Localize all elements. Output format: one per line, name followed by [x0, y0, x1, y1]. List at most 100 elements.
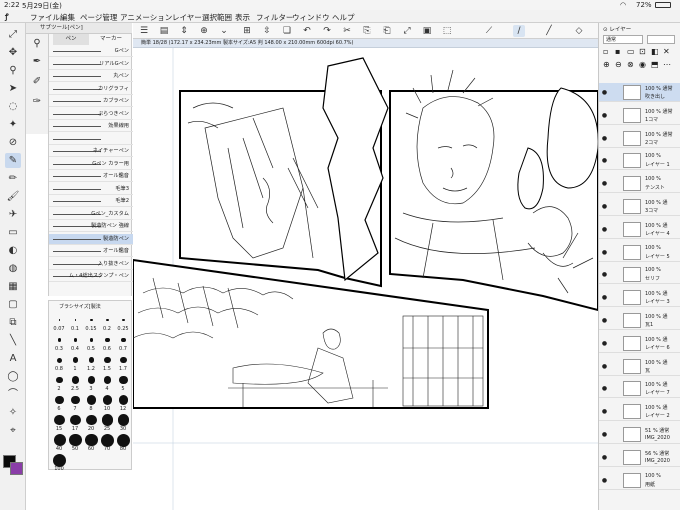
eye-icon[interactable]: ● [601, 454, 608, 461]
brush-icon[interactable]: ╱ [543, 25, 555, 37]
brush-size-cell[interactable]: 25 [100, 413, 115, 432]
brush-size-cell[interactable]: 7 [68, 393, 83, 412]
layer-row[interactable]: ● 100 % 通 3コマ [599, 197, 680, 216]
brush-item[interactable]: 効果線用 [49, 121, 133, 132]
brush-size-cell[interactable]: 50 [68, 433, 83, 452]
brush-item[interactable]: カリグラフィ [49, 84, 133, 95]
menu-view[interactable]: 表示 [235, 12, 250, 23]
marker-group-icon[interactable]: ✐ [29, 74, 45, 89]
brush-size-cell[interactable]: 60 [84, 433, 99, 452]
brush-size-cell[interactable]: 0.7 [116, 333, 131, 352]
hamburger-icon[interactable]: ☰ [138, 25, 150, 37]
brush-size-cell[interactable]: 0.07 [52, 313, 67, 332]
brush-size-cell[interactable]: 70 [100, 433, 115, 452]
eyedropper-icon[interactable]: ⊘ [5, 135, 21, 150]
brush-size-cell[interactable]: 8 [84, 393, 99, 412]
fill-tool-icon[interactable]: ◍ [5, 261, 21, 276]
brush-size-cell[interactable]: 1.5 [100, 353, 115, 372]
zoom-icon[interactable]: ⊕ [198, 25, 210, 37]
lock-icon[interactable]: ⊡ [639, 47, 646, 56]
balloon-icon[interactable]: ◯ [5, 369, 21, 384]
mask-icon[interactable]: ◧ [651, 47, 659, 56]
layer-row[interactable]: ● 56 % 通常 IMG_2020 [599, 448, 680, 467]
menu-help[interactable]: ヘルプ [332, 12, 355, 23]
operation-icon[interactable]: ⌖ [5, 423, 21, 438]
new-vector-icon[interactable]: ▪ [615, 47, 620, 56]
brush-size-cell[interactable]: 1 [68, 353, 83, 372]
brush-item[interactable]: 毛筆2 [49, 196, 133, 207]
line-tool-icon[interactable]: ⌒ [5, 387, 21, 402]
dropdown-icon[interactable]: ⌄ [218, 25, 230, 37]
blend-icon[interactable]: ◐ [5, 243, 21, 258]
layer-row[interactable]: ● 100 % セリフ [599, 265, 680, 285]
brush-size-cell[interactable]: 17 [68, 413, 83, 432]
stepper-icon[interactable]: ⇕ [178, 25, 190, 37]
move-icon[interactable]: ✥ [5, 45, 21, 60]
layer-row[interactable]: ● 100 % 通レイヤー 2 [599, 402, 680, 422]
layer-row[interactable]: ● 100 % 通常 2コマ [599, 129, 680, 148]
brush-size-cell[interactable]: 80 [116, 433, 131, 452]
menu-edit[interactable]: 編集 [60, 12, 75, 23]
search-icon[interactable]: ⚲ [29, 36, 45, 51]
brush-item[interactable]: 製造防ペン [49, 233, 133, 245]
brush-size-cell[interactable]: 1.7 [116, 353, 131, 372]
ref-icon[interactable]: ⊕ [603, 60, 610, 69]
eye-icon[interactable]: ● [601, 317, 608, 324]
brush-item[interactable]: リアルGペン [49, 59, 133, 70]
menu-file[interactable]: ファイル [30, 12, 60, 23]
brush-item[interactable]: ネイチャーペン [49, 146, 133, 157]
more-icon[interactable]: ⋯ [663, 60, 671, 69]
magic-wand-icon[interactable]: ✦ [5, 117, 21, 132]
layer-row[interactable]: ● 100 % 通瓦1 [599, 311, 680, 330]
pen-tool-icon[interactable]: ✎ [5, 153, 21, 168]
menu-animation[interactable]: アニメーション [120, 12, 172, 23]
brush-size-cell[interactable]: 0.5 [84, 333, 99, 352]
eye-icon[interactable]: ● [601, 203, 608, 210]
eye-icon[interactable]: ● [601, 385, 608, 392]
layer-row[interactable]: ● 100 % 通レイヤー 6 [599, 334, 680, 353]
figure-icon[interactable]: ▢ [5, 297, 21, 312]
brush-item[interactable]: オール鑑音 [49, 171, 133, 182]
airbrush-icon[interactable]: ✈ [5, 207, 21, 222]
layer-row[interactable]: ● 100 % 通常 1コマ [599, 106, 680, 125]
eye-icon[interactable]: ● [601, 89, 608, 96]
eye-icon[interactable]: ● [601, 157, 608, 164]
brush-size-cell[interactable]: 4 [100, 373, 115, 392]
zoom-tool-icon[interactable]: ⚲ [5, 63, 21, 78]
eye-icon[interactable]: ● [601, 249, 608, 256]
brush-size-cell[interactable]: 15 [52, 413, 67, 432]
eye-icon[interactable]: ● [601, 294, 608, 301]
new-folder-icon[interactable]: ▭ [627, 47, 635, 56]
transform-icon[interactable]: ⤢ [401, 25, 413, 37]
menu-page[interactable]: ページ管理 [80, 12, 117, 23]
menu-window[interactable]: ウィンドウ [292, 12, 330, 23]
brush-size-cell[interactable]: 0.4 [68, 333, 83, 352]
brush-size-cell[interactable]: 40 [52, 433, 67, 452]
app-logo[interactable]: ꝭ [5, 12, 9, 22]
tab-marker[interactable]: マーカー [93, 34, 129, 45]
pen-group-icon[interactable]: ✒ [29, 54, 45, 69]
brush-size-cell[interactable]: 0.8 [52, 353, 67, 372]
text-tool-icon[interactable]: A [5, 351, 21, 366]
eye-icon[interactable]: ● [601, 226, 608, 233]
brush-item[interactable]: Gペン カラー用 [49, 159, 133, 170]
opacity-slider[interactable] [647, 35, 675, 44]
manga-page[interactable] [133, 48, 598, 510]
brush-size-cell[interactable]: 10 [100, 393, 115, 412]
ruler-icon[interactable]: ⟋ [483, 25, 495, 37]
brush-tool-icon[interactable]: 🖌 [5, 189, 21, 204]
eye-icon[interactable]: ● [601, 340, 608, 347]
brush-size-cell[interactable]: 3 [84, 373, 99, 392]
canvas-area[interactable] [133, 39, 598, 510]
brush-size-cell[interactable]: 20 [84, 413, 99, 432]
eye-icon[interactable]: ● [601, 363, 608, 370]
brush-item[interactable]: 入り抜きペン [49, 259, 133, 270]
brush-item[interactable]: 毛筆3 [49, 184, 133, 195]
brush-item[interactable]: Gペン [49, 46, 133, 57]
brush-size-cell[interactable]: 2 [52, 373, 67, 392]
sub-color-swatch[interactable] [10, 462, 23, 475]
layers-icon[interactable]: ▤ [158, 25, 170, 37]
brush-size-cell[interactable]: 0.15 [84, 313, 99, 332]
menu-layer[interactable]: レイヤー [172, 12, 202, 23]
brush-size-cell[interactable]: 100 [52, 453, 67, 472]
